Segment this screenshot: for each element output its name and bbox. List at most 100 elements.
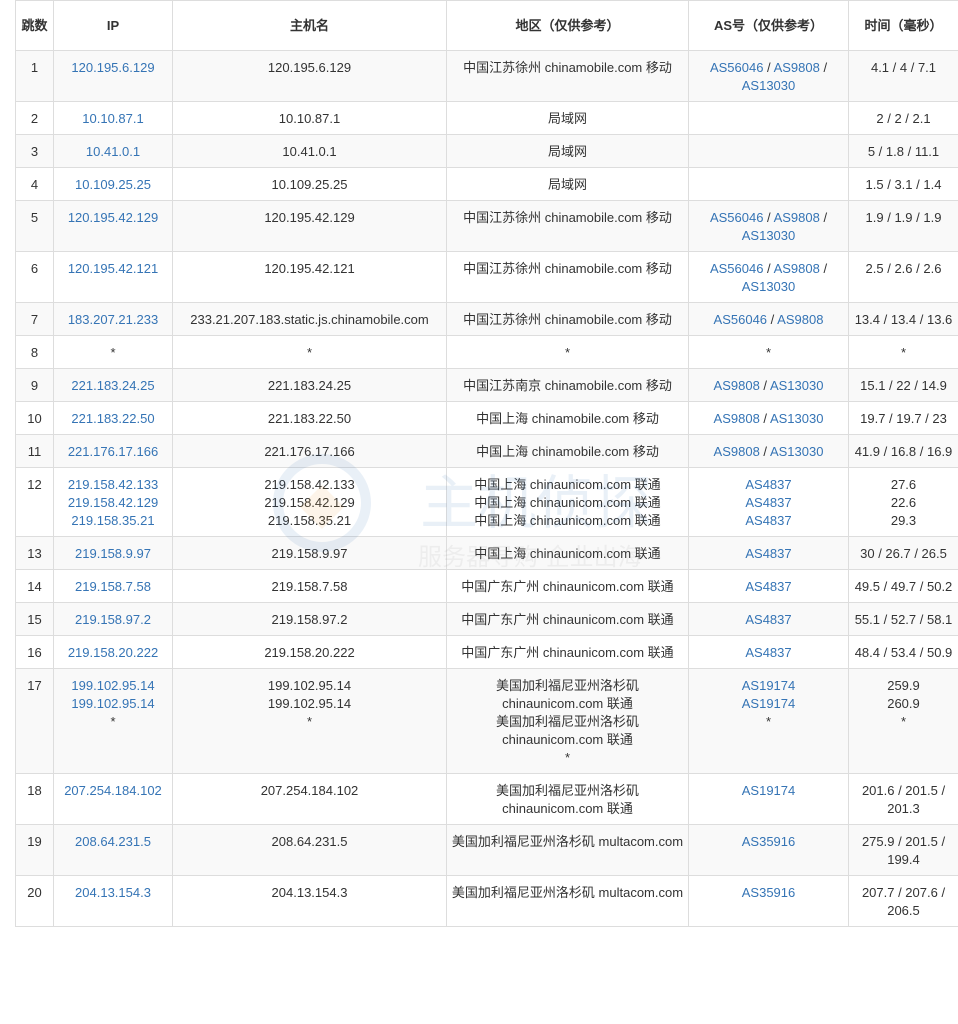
ip-link[interactable]: 120.195.42.121 [58, 260, 168, 278]
as-separator: / [759, 444, 770, 459]
as-line: AS35916 [693, 833, 844, 851]
ip-link[interactable]: 204.13.154.3 [58, 884, 168, 902]
latency-value: 13.4 / 13.4 / 13.6 [854, 312, 953, 327]
table-row: 4 10.109.25.25 10.109.25.25 局域网 1.5 / 3.1 / … [15, 167, 958, 201]
hop-number: 8 [30, 345, 39, 360]
hostname: 233.21.207.183.static.js.chinamobile.com [190, 312, 429, 327]
region-text: 美国加利福尼亚州洛杉矶 multacom.com [451, 885, 684, 900]
as-link[interactable]: AS56046 [710, 210, 764, 225]
ip-link[interactable]: 219.158.42.129 [58, 494, 168, 512]
as-line: AS9808 / AS13030 [693, 443, 844, 461]
as-link[interactable]: AS19174 [742, 783, 796, 798]
table-row: 2 10.10.87.1 10.10.87.1 局域网 2 / 2 / 2.1 [15, 101, 958, 135]
hostname: 199.102.95.14 [267, 696, 352, 711]
as-link[interactable]: AS4837 [745, 513, 791, 528]
as-link[interactable]: AS9808 [714, 444, 760, 459]
ip-cell: 183.207.21.233 [53, 302, 173, 336]
as-link[interactable]: AS35916 [742, 885, 796, 900]
region-text: 美国加利福尼亚州洛杉矶 chinaunicom.com 联通 [495, 783, 639, 816]
ip-link[interactable]: 219.158.42.133 [58, 476, 168, 494]
ip-cell: 10.10.87.1 [53, 101, 173, 135]
ip-link[interactable]: 120.195.6.129 [58, 59, 168, 77]
region-text: 中国上海 chinaunicom.com 联通 [474, 495, 661, 510]
ip-link[interactable]: 208.64.231.5 [58, 833, 168, 851]
region-cell: * [446, 335, 689, 369]
latency-value: * [900, 714, 907, 729]
as-link[interactable]: AS56046 [710, 60, 764, 75]
ip-link[interactable]: 221.183.22.50 [58, 410, 168, 428]
as-separator: / [763, 60, 774, 75]
ip-link[interactable]: 207.254.184.102 [58, 782, 168, 800]
as-cell: * [688, 335, 849, 369]
as-link[interactable]: AS56046 [714, 312, 768, 327]
as-line: AS4837 [693, 494, 844, 512]
as-link[interactable]: AS13030 [770, 411, 824, 426]
as-line: AS4837 [693, 611, 844, 629]
ip-link[interactable]: 10.41.0.1 [58, 143, 168, 161]
as-cell: AS56046 / AS9808 / AS13030 [688, 200, 849, 252]
as-link[interactable]: AS35916 [742, 834, 796, 849]
as-link[interactable]: AS9808 [777, 312, 823, 327]
hostname: 10.10.87.1 [278, 111, 341, 126]
as-link[interactable]: AS4837 [745, 612, 791, 627]
hostname: 120.195.42.121 [264, 261, 355, 276]
time-cell: 49.5 / 49.7 / 50.2 [848, 569, 958, 603]
as-link[interactable]: AS13030 [742, 279, 796, 294]
hop-cell: 7 [15, 302, 54, 336]
as-link[interactable]: AS13030 [742, 228, 796, 243]
ip-link[interactable]: 120.195.42.129 [58, 209, 168, 227]
table-row: 19 208.64.231.5 208.64.231.5 美国加利福尼亚州洛杉矶 mu… [15, 824, 958, 876]
as-link[interactable]: AS13030 [770, 378, 824, 393]
as-link[interactable]: AS13030 [742, 78, 796, 93]
table-row: 9 221.183.24.25 221.183.24.25 中国江苏南京 chinam… [15, 368, 958, 402]
ip-link[interactable]: 199.102.95.14 [58, 695, 168, 713]
region-text: * [564, 345, 571, 360]
as-link[interactable]: AS56046 [710, 261, 764, 276]
ip-link[interactable]: 199.102.95.14 [58, 677, 168, 695]
as-link[interactable]: AS4837 [745, 645, 791, 660]
ip-link[interactable]: 10.109.25.25 [58, 176, 168, 194]
ip-link[interactable]: 183.207.21.233 [58, 311, 168, 329]
ip-cell: 204.13.154.3 [53, 875, 173, 927]
table-row: 13 219.158.9.97 219.158.9.97 中国上海 chinaunic… [15, 536, 958, 570]
as-cell: AS9808 / AS13030 [688, 368, 849, 402]
as-link[interactable]: AS9808 [774, 210, 820, 225]
ip-cell: 207.254.184.102 [53, 773, 173, 825]
ip-link[interactable]: 219.158.9.97 [58, 545, 168, 563]
as-separator: / [763, 210, 774, 225]
as-link[interactable]: AS4837 [745, 579, 791, 594]
as-link[interactable]: AS9808 [774, 261, 820, 276]
ip-link[interactable]: 219.158.97.2 [58, 611, 168, 629]
latency-value: 27.6 [890, 477, 917, 492]
ip-link[interactable]: 219.158.7.58 [58, 578, 168, 596]
ip-link[interactable]: 221.183.24.25 [58, 377, 168, 395]
as-link[interactable]: AS9808 [714, 378, 760, 393]
hop-cell: 9 [15, 368, 54, 402]
ip-link[interactable]: 219.158.35.21 [58, 512, 168, 530]
header-ip: IP [53, 0, 173, 51]
hostname: * [306, 345, 313, 360]
hop-number: 1 [30, 60, 39, 75]
ip-link[interactable]: 10.10.87.1 [58, 110, 168, 128]
as-link[interactable]: AS19174 [742, 678, 796, 693]
hop-cell: 2 [15, 101, 54, 135]
hop-number: 7 [30, 312, 39, 327]
host-cell: 219.158.20.222 [172, 635, 447, 669]
as-line: AS56046 / AS9808 / AS13030 [693, 260, 844, 296]
as-cell: AS35916 [688, 824, 849, 876]
as-link[interactable]: AS13030 [770, 444, 824, 459]
as-link[interactable]: AS19174 [742, 696, 796, 711]
as-link[interactable]: AS4837 [745, 495, 791, 510]
ip-link[interactable]: 219.158.20.222 [58, 644, 168, 662]
host-cell: 10.10.87.1 [172, 101, 447, 135]
ip-link[interactable]: 221.176.17.166 [58, 443, 168, 461]
as-link[interactable]: AS4837 [745, 546, 791, 561]
as-link[interactable]: AS9808 [774, 60, 820, 75]
table-row: 11 221.176.17.166 221.176.17.166 中国上海 china… [15, 434, 958, 468]
host-cell: 219.158.97.2 [172, 602, 447, 636]
ip-cell: 219.158.20.222 [53, 635, 173, 669]
latency-value: 275.9 / 201.5 / 199.4 [861, 834, 946, 867]
as-link[interactable]: AS4837 [745, 477, 791, 492]
as-cell: AS19174 AS19174 * [688, 668, 849, 774]
as-link[interactable]: AS9808 [714, 411, 760, 426]
